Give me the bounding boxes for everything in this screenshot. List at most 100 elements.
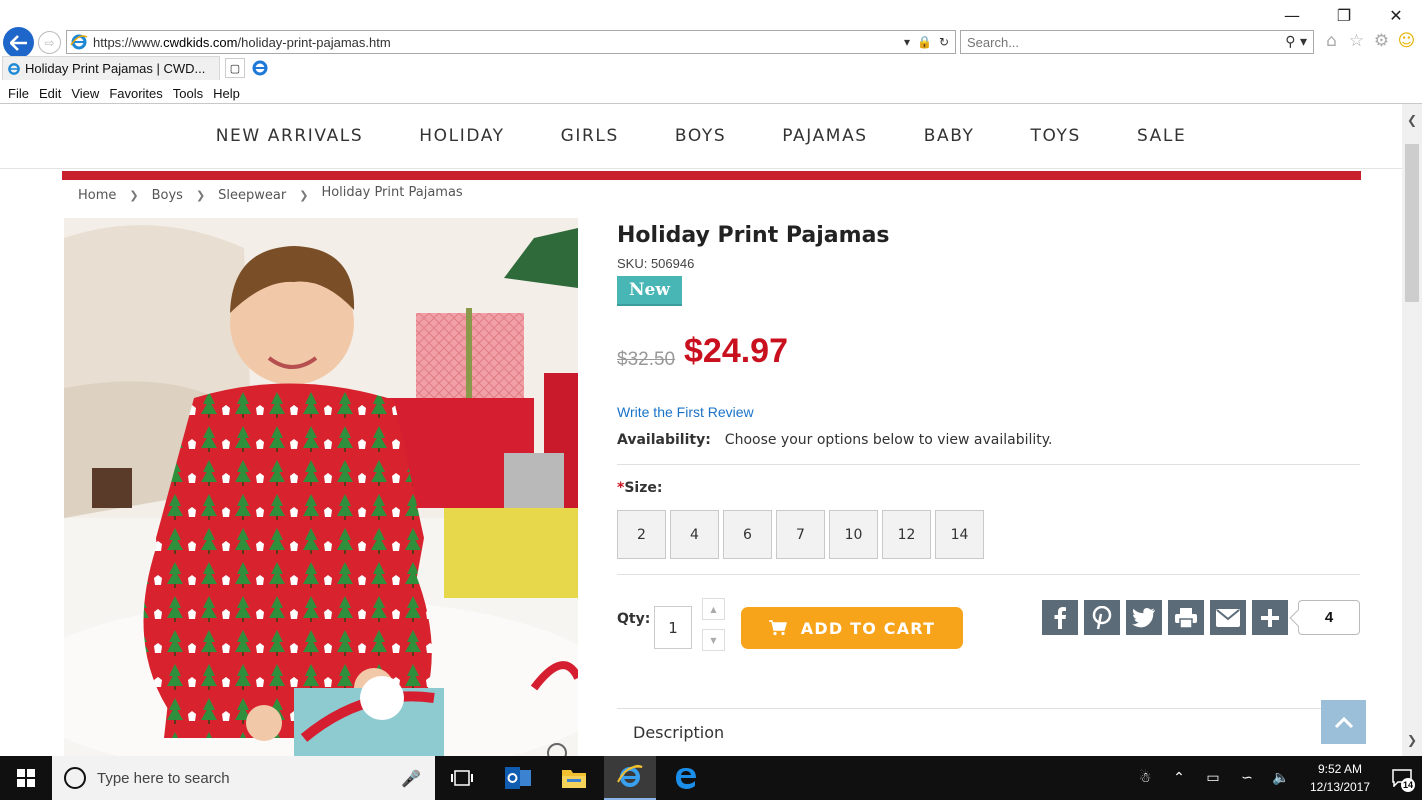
browser-tab-active[interactable]: Holiday Print Pajamas | CWD... <box>2 56 220 80</box>
nav-baby[interactable]: BABY <box>924 126 975 146</box>
sale-price: $24.97 <box>684 332 788 370</box>
nav-new-arrivals[interactable]: NEW ARRIVALS <box>216 126 364 146</box>
twitter-icon <box>1132 607 1155 627</box>
favorites-star-icon[interactable]: ☆ <box>1347 31 1366 51</box>
internet-explorer-app[interactable] <box>604 756 656 800</box>
minimize-button[interactable]: — <box>1266 0 1318 30</box>
folder-icon <box>562 770 586 788</box>
new-badge: New <box>617 276 682 306</box>
edge-quick-icon[interactable] <box>250 58 270 78</box>
restore-button[interactable]: ❐ <box>1318 0 1370 30</box>
task-view-icon <box>451 770 473 786</box>
chevron-right-icon: ❯ <box>299 189 309 202</box>
write-review-link[interactable]: Write the First Review <box>617 404 754 420</box>
share-pinterest-button[interactable] <box>1084 600 1120 635</box>
add-to-cart-button[interactable]: ADD TO CART <box>741 607 963 649</box>
feedback-smiley-icon[interactable]: ☺ <box>1397 31 1416 51</box>
outlook-icon <box>505 767 531 789</box>
windows-taskbar: Type here to search 🎤 ☃ ⌃ ▭ ∽ 🔈 9:52 AM … <box>0 756 1422 800</box>
browser-chrome: — ❐ ✕ ⇨ https://www.cwdkids.com/holiday-… <box>0 0 1422 104</box>
system-clock[interactable]: 9:52 AM 12/13/2017 <box>1298 760 1382 796</box>
edge-app[interactable] <box>660 756 712 800</box>
outlook-app[interactable] <box>492 756 544 800</box>
divider <box>617 574 1360 575</box>
print-button[interactable] <box>1168 600 1204 635</box>
nav-holiday[interactable]: HOLIDAY <box>419 126 504 146</box>
size-option-14[interactable]: 14 <box>935 510 984 559</box>
nav-toys[interactable]: TOYS <box>1031 126 1081 146</box>
plus-icon <box>1261 608 1279 627</box>
menu-help[interactable]: Help <box>213 86 240 101</box>
size-option-12[interactable]: 12 <box>882 510 931 559</box>
search-icon[interactable]: ⚲ ▾ <box>1285 34 1307 50</box>
address-bar[interactable]: https://www.cwdkids.com/holiday-print-pa… <box>66 30 956 54</box>
size-option-2[interactable]: 2 <box>617 510 666 559</box>
start-button[interactable] <box>0 756 52 800</box>
tab-description[interactable]: Description <box>633 723 724 742</box>
qty-input[interactable] <box>654 606 692 649</box>
dropdown-icon[interactable]: ▾ <box>904 35 910 49</box>
forward-button[interactable]: ⇨ <box>38 31 61 54</box>
size-option-6[interactable]: 6 <box>723 510 772 559</box>
battery-icon[interactable]: ▭ <box>1196 770 1230 786</box>
notification-count: 14 <box>1401 778 1415 792</box>
scroll-thumb[interactable] <box>1405 144 1419 302</box>
breadcrumb-boys[interactable]: Boys <box>152 188 183 203</box>
menu-view[interactable]: View <box>71 86 99 101</box>
share-more-button[interactable] <box>1252 600 1288 635</box>
scroll-up-arrow-icon[interactable]: ❮ <box>1402 110 1422 130</box>
share-facebook-button[interactable] <box>1042 600 1078 635</box>
back-button[interactable] <box>3 27 34 58</box>
people-icon[interactable]: ☃ <box>1128 770 1162 786</box>
back-to-top-button[interactable] <box>1321 700 1366 744</box>
qty-decrease-button[interactable]: ▼ <box>702 629 725 651</box>
breadcrumb: Home ❯ Boys ❯ Sleepwear ❯ Holiday Print … <box>78 185 463 203</box>
nav-divider <box>0 168 1402 169</box>
home-icon[interactable]: ⌂ <box>1322 31 1341 51</box>
menu-edit[interactable]: Edit <box>39 86 61 101</box>
menu-favorites[interactable]: Favorites <box>109 86 162 101</box>
lock-icon[interactable]: 🔒 <box>917 35 932 49</box>
file-explorer-app[interactable] <box>548 756 600 800</box>
clock-time: 9:52 AM <box>1317 762 1363 776</box>
search-box[interactable]: ⚲ ▾ <box>960 30 1314 54</box>
taskbar-search[interactable]: Type here to search 🎤 <box>52 756 435 800</box>
close-window-button[interactable]: ✕ <box>1370 0 1422 30</box>
page-scrollbar[interactable]: ❮ ❯ <box>1402 104 1422 756</box>
clock-date: 12/13/2017 <box>1309 780 1371 794</box>
new-tab-button[interactable]: ▢ <box>225 58 245 78</box>
breadcrumb-home[interactable]: Home <box>78 188 116 203</box>
nav-pajamas[interactable]: PAJAMAS <box>782 126 867 146</box>
size-option-10[interactable]: 10 <box>829 510 878 559</box>
share-twitter-button[interactable] <box>1126 600 1162 635</box>
size-label-text: Size: <box>624 480 663 496</box>
wifi-icon[interactable]: ∽ <box>1230 770 1264 786</box>
menu-tools[interactable]: Tools <box>173 86 203 101</box>
scroll-down-arrow-icon[interactable]: ❯ <box>1402 730 1422 750</box>
volume-icon[interactable]: 🔈 <box>1264 770 1298 786</box>
task-view-button[interactable] <box>436 756 488 800</box>
product-image[interactable] <box>64 218 578 756</box>
menu-file[interactable]: File <box>8 86 29 101</box>
availability-label: Availability: <box>617 432 711 448</box>
settings-gear-icon[interactable]: ⚙ <box>1372 31 1391 51</box>
size-option-4[interactable]: 4 <box>670 510 719 559</box>
nav-girls[interactable]: GIRLS <box>561 126 619 146</box>
refresh-icon[interactable]: ↻ <box>939 35 949 49</box>
qty-increase-button[interactable]: ▲ <box>702 598 725 620</box>
share-buttons <box>1042 600 1288 635</box>
edge-icon <box>676 768 696 789</box>
nav-boys[interactable]: BOYS <box>675 126 726 146</box>
email-icon <box>1216 608 1240 627</box>
site-nav: NEW ARRIVALS HOLIDAY GIRLS BOYS PAJAMAS … <box>0 104 1402 168</box>
microphone-icon[interactable]: 🎤 <box>401 769 421 788</box>
url-text[interactable]: https://www.cwdkids.com/holiday-print-pa… <box>93 35 904 50</box>
breadcrumb-sleepwear[interactable]: Sleepwear <box>218 188 286 203</box>
share-email-button[interactable] <box>1210 600 1246 635</box>
search-input[interactable] <box>967 34 1286 50</box>
size-option-7[interactable]: 7 <box>776 510 825 559</box>
action-center-button[interactable]: 14 <box>1382 756 1422 800</box>
nav-sale[interactable]: SALE <box>1137 126 1186 146</box>
show-hidden-icons-chevron-icon[interactable]: ⌃ <box>1162 770 1196 786</box>
add-to-cart-label: ADD TO CART <box>800 618 936 638</box>
